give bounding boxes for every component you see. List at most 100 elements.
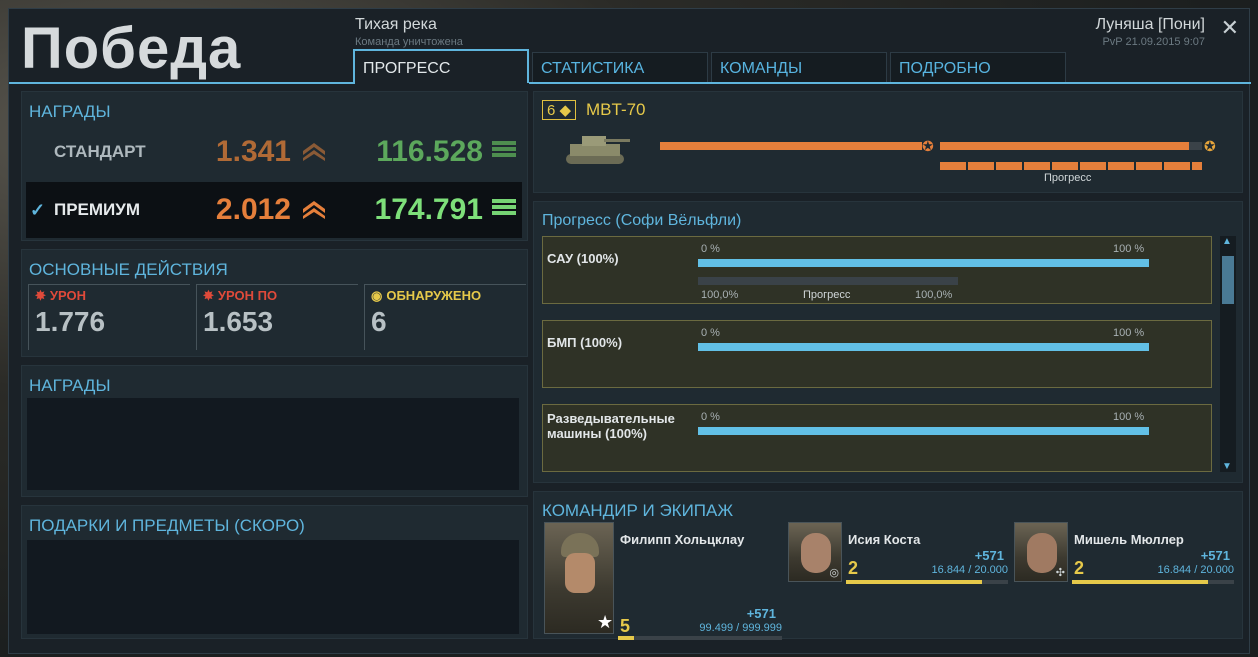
category-name: БМП (100%) (547, 335, 623, 350)
crew-xp-total-michelle: 16.844 / 20.000 (1157, 564, 1234, 576)
premium-label: ✓ ПРЕМИУМ (30, 200, 141, 220)
gifts-panel: ПОДАРКИ И ПРЕДМЕТЫ (СКОРО) (21, 505, 528, 639)
sub-progress-bar (698, 277, 958, 285)
player-name: Луняша [Пони] (1095, 16, 1205, 33)
crew-xp-bar-isia (846, 580, 1008, 584)
damage-assist-label: УРОН ПО (217, 288, 278, 303)
battle-results-window: Победа Тихая река Команда уничтожена Лун… (8, 8, 1251, 654)
vehicle-panel: 6 ◆ MBT-70 ✪ ✪ Прогресс (533, 91, 1243, 193)
crew-title: КОМАНДИР И ЭКИПАЖ (542, 501, 734, 520)
commander-portrait[interactable]: ★ (544, 522, 614, 634)
tab-underline-left (9, 82, 355, 84)
battle-outcome-subtitle: Команда уничтожена (355, 36, 463, 48)
vehicle-progress-label: Прогресс (1044, 172, 1092, 184)
category-progress-bar (698, 259, 1149, 267)
awards-list (27, 398, 519, 490)
sub-percent-start: 100,0% (701, 289, 739, 301)
scrollbar-thumb[interactable] (1222, 256, 1234, 304)
star-icon: ✪ (922, 138, 934, 154)
crew-xp-gain-isia: +571 (974, 548, 1004, 563)
driver-role-icon: ✣ (1055, 567, 1065, 579)
tab-bar: ПРОГРЕСС СТАТИСТИКА КОМАНДЫ ПОДРОБНО (353, 49, 1069, 83)
crew-panel: КОМАНДИР И ЭКИПАЖ ★ Филипп Хольцклау 5 +… (533, 491, 1243, 640)
vehicle-tier: 6 ◆ (542, 100, 577, 120)
percent-end: 100 % (1113, 327, 1145, 339)
reward-row-premium[interactable]: ✓ ПРЕМИУМ 2.012 174.791 (26, 182, 522, 238)
close-icon[interactable]: ✕ (1221, 15, 1239, 41)
category-row-recon: Разведывательные машины (100%) 0 % 100 % (542, 404, 1212, 472)
credits-stack-icon (483, 138, 519, 167)
crew-portrait-michelle[interactable]: ✣ (1014, 522, 1068, 582)
premium-xp-value: 2.012 (215, 193, 291, 226)
tab-underline-right (529, 82, 1251, 84)
crew-name-isia: Исия Коста (848, 532, 921, 547)
gifts-list (27, 540, 519, 634)
vehicle-xp-bar-1 (660, 142, 922, 150)
awards-panel: НАГРАДЫ (21, 365, 528, 497)
commander-xp-gain: +571 (746, 606, 776, 621)
reward-row-standard: СТАНДАРТ 1.341 116.528 (26, 124, 522, 180)
category-row-artillery: САУ (100%) 0 % 100 % 100,0% Прогресс 100… (542, 236, 1212, 304)
crew-xp-gain-michelle: +571 (1200, 548, 1230, 563)
stat-damage-assist: ✸ УРОН ПО 1.653 (196, 284, 358, 350)
damage-assist-icon: ✸ (203, 288, 214, 303)
face-shape (565, 553, 595, 593)
category-progress-bar (698, 427, 1149, 435)
stat-spotted: ◉ ОБНАРУЖЕНО 6 (364, 284, 526, 350)
crew-level-michelle: 2 (1074, 558, 1085, 578)
category-progress-bar (698, 343, 1149, 351)
commander-level: 5 (620, 616, 631, 636)
tab-details[interactable]: ПОДРОБНО (890, 52, 1066, 82)
category-name: Разведывательные машины (100%) (547, 411, 675, 441)
check-icon: ✓ (30, 200, 46, 220)
commander-xp-total: 99.499 / 999.999 (699, 622, 782, 634)
eye-icon: ◉ (371, 288, 383, 303)
awards-title: НАГРАДЫ (29, 376, 111, 395)
percent-end: 100 % (1113, 243, 1145, 255)
scrollbar-track[interactable]: ▲ ▼ (1220, 236, 1236, 472)
xp-chevron-icon (291, 197, 335, 224)
star-icon: ✪ (1204, 138, 1216, 154)
standard-xp-value: 1.341 (215, 135, 291, 168)
crew-xp-total-isia: 16.844 / 20.000 (931, 564, 1008, 576)
face-shape (801, 533, 831, 573)
rewards-panel: НАГРАДЫ СТАНДАРТ 1.341 116.528 ✓ ПРЕМИУМ … (21, 91, 528, 241)
tab-progress[interactable]: ПРОГРЕСС (353, 49, 529, 83)
standard-credits-value: 116.528 (376, 135, 483, 168)
tank-icon (560, 126, 632, 175)
credits-stack-icon (483, 196, 519, 225)
sub-percent-end: 100,0% (915, 289, 953, 301)
vehicle-name: MBT-70 (586, 100, 646, 119)
vehicle-progress-segments (940, 162, 1202, 170)
category-row-ifv: БМП (100%) 0 % 100 % (542, 320, 1212, 388)
sub-progress-label: Прогресс (803, 289, 851, 301)
premium-credits-value: 174.791 (374, 193, 483, 226)
scroll-down-icon[interactable]: ▼ (1222, 461, 1232, 472)
rewards-title: НАГРАДЫ (29, 102, 111, 121)
crew-name-michelle: Мишель Мюллер (1074, 532, 1184, 547)
percent-end: 100 % (1113, 411, 1145, 423)
damage-label: УРОН (49, 288, 86, 303)
gunner-role-icon: ◎ (829, 567, 839, 579)
spotted-label: ОБНАРУЖЕНО (386, 288, 482, 303)
commander-star-icon: ★ (597, 612, 614, 632)
main-actions-panel: ОСНОВНЫЕ ДЕЙСТВИЯ ✸ УРОН 1.776 ✸ УРОН ПО 1… (21, 249, 528, 357)
crew-progress-title: Прогресс (Софи Вёльфли) (542, 212, 742, 229)
vehicle-xp-bar-2 (940, 142, 1202, 150)
battle-mode-date: PvP 21.09.2015 9:07 (1102, 36, 1205, 48)
standard-label: СТАНДАРТ (54, 142, 146, 161)
tab-teams[interactable]: КОМАНДЫ (711, 52, 887, 82)
scroll-up-icon[interactable]: ▲ (1222, 236, 1232, 247)
percent-start: 0 % (701, 243, 720, 255)
percent-start: 0 % (701, 411, 720, 423)
map-name: Тихая река (355, 16, 437, 33)
crew-progress-panel: Прогресс (Софи Вёльфли) САУ (100%) 0 % 1… (533, 201, 1243, 483)
stat-damage: ✸ УРОН 1.776 (28, 284, 190, 350)
crew-portrait-isia[interactable]: ◎ (788, 522, 842, 582)
crew-xp-bar-michelle (1072, 580, 1234, 584)
spotted-value: 6 (371, 306, 387, 337)
gifts-title: ПОДАРКИ И ПРЕДМЕТЫ (СКОРО) (29, 516, 305, 535)
xp-chevron-icon (291, 139, 335, 166)
tab-statistics[interactable]: СТАТИСТИКА (532, 52, 708, 82)
percent-start: 0 % (701, 327, 720, 339)
